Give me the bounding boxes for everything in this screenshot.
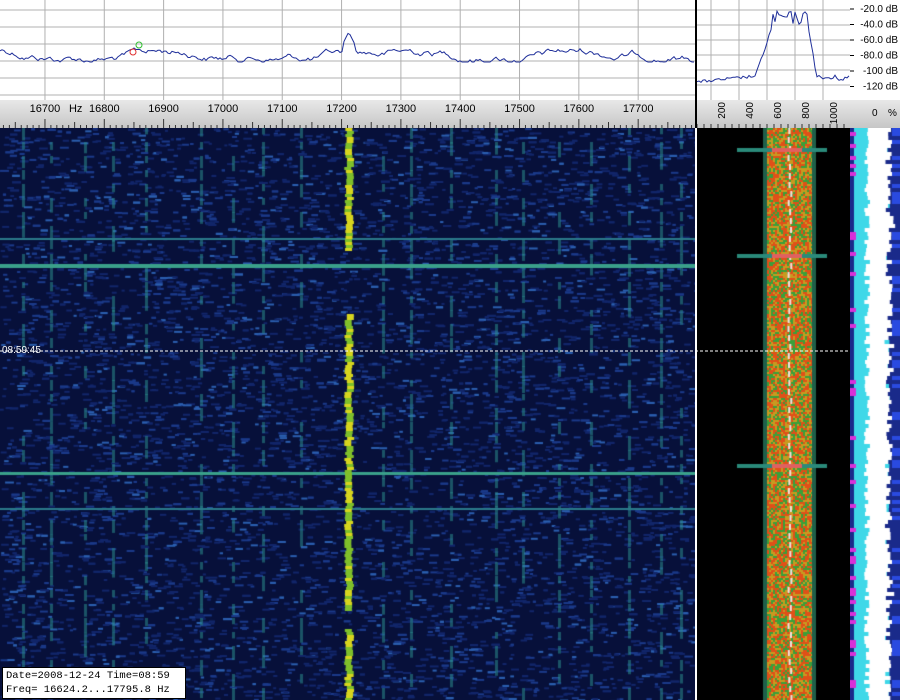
- audio-frequency-tick-label: 800: [801, 102, 812, 119]
- waterfall-display[interactable]: [0, 128, 695, 700]
- frequency-tick-label: 17200: [326, 103, 357, 115]
- frequency-scale-ticks: 16700 Hz 16800 16900 17000 17100 17200 17300 174…: [2, 103, 693, 128]
- frequency-tick-label: 16800: [89, 103, 120, 115]
- audio-frequency-tick-label: 600: [773, 102, 784, 119]
- audio-frequency-tick-label: 400: [745, 102, 756, 119]
- time-marker-label[interactable]: 08:59:45: [2, 345, 41, 356]
- audio-waterfall[interactable]: [697, 128, 850, 700]
- peak-marker: [135, 41, 143, 49]
- audio-frequency-scale[interactable]: 200 400 600 800 1000: [697, 100, 850, 129]
- percent-zero-label: 0: [872, 108, 878, 119]
- frequency-tick-label: 17600: [564, 103, 595, 115]
- time-marker-line: [0, 350, 850, 352]
- frequency-tick-label: 17300: [386, 103, 417, 115]
- db-scale-label: -100 dB: [863, 66, 898, 77]
- audio-spectrum-trace: [697, 9, 850, 83]
- db-scale-label: -20.0 dB: [860, 4, 898, 15]
- info-frequency-range: Freq= 16624.2...17795.8 Hz: [6, 684, 170, 696]
- frequency-tick-label: 17000: [208, 103, 239, 115]
- spectrum-trace-plot: [0, 0, 695, 100]
- waterfall-canvas[interactable]: [0, 128, 695, 700]
- frequency-tick-label: 16700: [30, 103, 61, 115]
- frequency-tick-label: 17700: [623, 103, 654, 115]
- frequency-tick-label: 17500: [504, 103, 535, 115]
- audio-frequency-scale-ticks: 200 400 600 800 1000: [697, 102, 845, 128]
- frequency-scale[interactable]: 16700 Hz 16800 16900 17000 17100 17200 17300 174…: [0, 100, 695, 129]
- cursor-marker: [129, 48, 137, 56]
- info-date-time: Date=2008-12-24 Time=08:59: [6, 670, 170, 682]
- db-scale-label: -120 dB: [863, 82, 898, 93]
- audio-frequency-tick-label: 1000: [829, 102, 840, 125]
- amplitude-histogram-canvas: [850, 128, 900, 700]
- percent-scale-labels: 0 %: [872, 108, 897, 119]
- db-scale-label: -60.0 dB: [860, 35, 898, 46]
- db-scale-label: -40.0 dB: [860, 20, 898, 31]
- frequency-unit-label: Hz: [69, 103, 82, 115]
- spectrum-graph[interactable]: [0, 0, 695, 100]
- frequency-tick-label: 17100: [267, 103, 298, 115]
- audio-waterfall-canvas[interactable]: [697, 128, 850, 700]
- percent-scale: 0 %: [850, 100, 900, 129]
- frequency-tick-label: 17400: [445, 103, 476, 115]
- amplitude-histogram: [850, 128, 900, 700]
- percent-unit-label: %: [888, 108, 897, 119]
- audio-frequency-tick-label: 200: [717, 102, 728, 119]
- db-scale: -20.0 dB -40.0 dB -60.0 dB -80.0 dB -100 dB -…: [850, 0, 900, 100]
- db-scale-label: -80.0 dB: [860, 51, 898, 62]
- info-box: Date=2008-12-24 Time=08:59 Freq= 16624.2…: [2, 667, 186, 699]
- spectrum-lab-window: -20.0 dB -40.0 dB -60.0 dB -80.0 dB -100 dB -…: [0, 0, 900, 700]
- db-scale-labels: -20.0 dB -40.0 dB -60.0 dB -80.0 dB -100 dB -…: [850, 4, 898, 93]
- audio-spectrum-plot: [697, 0, 850, 100]
- frequency-tick-label: 16900: [148, 103, 179, 115]
- audio-spectrum-graph[interactable]: [697, 0, 850, 100]
